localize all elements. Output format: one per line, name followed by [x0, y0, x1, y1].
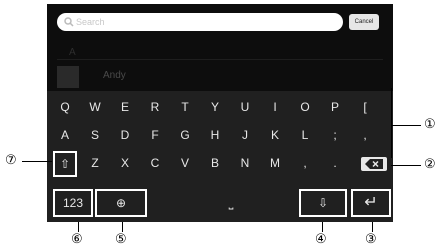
- space-key[interactable]: ⎵: [159, 189, 303, 213]
- key-e[interactable]: E: [115, 95, 135, 119]
- divider: [57, 59, 383, 60]
- key-j[interactable]: J: [235, 123, 255, 147]
- backspace-icon: [365, 159, 383, 169]
- key-g[interactable]: G: [175, 123, 195, 147]
- callout-1: ①: [424, 116, 436, 131]
- key-d[interactable]: D: [115, 123, 135, 147]
- on-screen-keyboard: Q W E R T Y U I O P [ A S D F G H J K L …: [47, 91, 393, 222]
- key-period[interactable]: .: [325, 151, 345, 175]
- hide-keyboard-key[interactable]: ⇩: [299, 189, 347, 217]
- key-f[interactable]: F: [145, 123, 165, 147]
- contact-name: Andy: [103, 70, 126, 81]
- callout-4: ④: [315, 231, 327, 246]
- search-bar: Search Cancel: [57, 13, 379, 31]
- callout-bracket-1: [391, 88, 392, 158]
- globe-icon: ⊕: [115, 196, 127, 210]
- key-comma[interactable]: ,: [295, 151, 315, 175]
- callout-2: ②: [424, 156, 436, 171]
- key-p[interactable]: P: [325, 95, 345, 119]
- key-o[interactable]: O: [295, 95, 315, 119]
- callout-line-7: [22, 161, 52, 162]
- enter-key[interactable]: ↵: [351, 189, 391, 217]
- key-z[interactable]: Z: [85, 151, 105, 175]
- key-h[interactable]: H: [205, 123, 225, 147]
- key-t[interactable]: T: [175, 95, 195, 119]
- language-key[interactable]: ⊕: [95, 189, 147, 217]
- key-a[interactable]: A: [55, 123, 75, 147]
- key-left-bracket[interactable]: [: [355, 95, 375, 119]
- key-s[interactable]: S: [85, 123, 105, 147]
- key-y[interactable]: Y: [205, 95, 225, 119]
- callout-5: ⑤: [115, 231, 127, 246]
- key-q[interactable]: Q: [55, 95, 75, 119]
- section-header-a: A: [69, 47, 76, 58]
- key-i[interactable]: I: [265, 95, 285, 119]
- key-comma-top[interactable]: ,: [355, 123, 375, 147]
- callout-line-2: [391, 165, 421, 166]
- key-l[interactable]: L: [295, 123, 315, 147]
- contact-list-item[interactable]: Andy: [57, 66, 383, 88]
- backspace-key[interactable]: [361, 157, 387, 171]
- key-u[interactable]: U: [235, 95, 255, 119]
- key-c[interactable]: C: [145, 151, 165, 175]
- callout-line-1: [391, 125, 421, 126]
- search-icon: [64, 17, 74, 27]
- key-b[interactable]: B: [205, 151, 225, 175]
- callout-7: ⑦: [5, 152, 17, 167]
- cancel-button[interactable]: Cancel: [349, 14, 379, 30]
- hide-keyboard-icon: ⇩: [317, 196, 329, 210]
- key-n[interactable]: N: [235, 151, 255, 175]
- key-w[interactable]: W: [85, 95, 105, 119]
- key-r[interactable]: R: [145, 95, 165, 119]
- key-k[interactable]: K: [265, 123, 285, 147]
- callout-3: ③: [365, 231, 377, 246]
- key-x[interactable]: X: [115, 151, 135, 175]
- key-v[interactable]: V: [175, 151, 195, 175]
- shift-icon: ⇧: [59, 157, 71, 171]
- key-semicolon[interactable]: ;: [325, 123, 345, 147]
- avatar: [57, 66, 79, 88]
- search-input[interactable]: Search: [57, 13, 343, 31]
- key-m[interactable]: M: [265, 151, 285, 175]
- search-placeholder: Search: [76, 17, 105, 27]
- enter-icon: ↵: [364, 194, 378, 211]
- callout-6: ⑥: [71, 231, 83, 246]
- phone-screen: Search Cancel A Andy Q W E R T Y U I O P…: [47, 4, 393, 222]
- numbers-key[interactable]: 123: [53, 189, 93, 217]
- shift-key[interactable]: ⇧: [53, 151, 77, 177]
